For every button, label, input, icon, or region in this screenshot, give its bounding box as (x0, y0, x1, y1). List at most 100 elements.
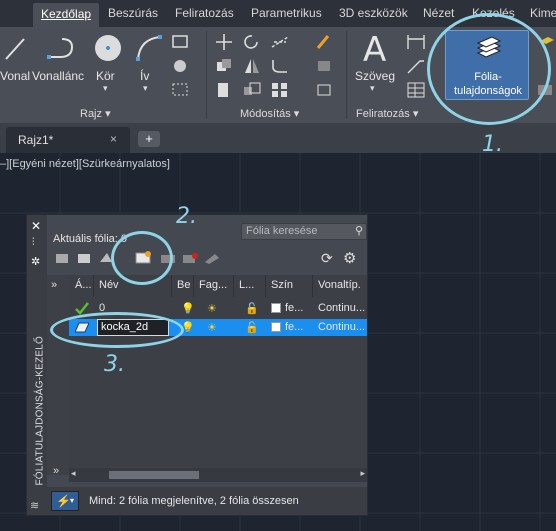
annotation-number-1: 1. (482, 132, 503, 157)
trim-icon[interactable] (270, 33, 290, 51)
erase-icon[interactable] (314, 33, 334, 51)
move-icon[interactable] (214, 33, 234, 51)
panel-title-modify-text: Módosítás (240, 108, 291, 120)
viewport-controls[interactable]: –][Egyéni nézet][Szürkeárnyalatos] (0, 158, 170, 170)
line-icon[interactable] (4, 35, 28, 63)
color-swatch[interactable] (271, 303, 281, 313)
palette-close-icon[interactable]: ✕ (31, 219, 41, 233)
offset-icon[interactable] (314, 81, 334, 99)
layer-filter-button[interactable]: ⚡ ▾ (51, 491, 79, 511)
explode-icon[interactable] (314, 57, 334, 75)
annotation-ring-1 (427, 13, 551, 125)
scroll-right-icon[interactable]: ▸ (360, 468, 365, 479)
palette-settings-icon[interactable]: ✲ (31, 255, 40, 268)
line-tool-label[interactable]: Vonal (0, 69, 30, 83)
palette-side-title: FÓLIATULAJDONSÁG-KEZELŐ (34, 336, 46, 486)
circle-tool-label[interactable]: Kör (96, 69, 115, 83)
close-icon[interactable]: × (110, 132, 117, 146)
layer-color[interactable]: fe... (285, 302, 303, 314)
arc-icon[interactable] (134, 33, 164, 63)
copy-icon[interactable] (214, 57, 234, 75)
leader-icon[interactable] (406, 57, 426, 75)
delete-layer-icon[interactable] (181, 250, 199, 266)
column-header-color[interactable]: Szín (271, 279, 293, 291)
text-tool-label[interactable]: Szöveg (355, 69, 395, 83)
circle-dropdown-icon[interactable]: ▾ (103, 83, 108, 94)
tab-feliratozas[interactable]: Feliratozás (175, 6, 234, 20)
horizontal-scrollbar[interactable]: ◂ ▸ (69, 468, 367, 482)
lightning-icon: ⚡ (56, 494, 71, 508)
search-icon[interactable]: ⚲ (355, 224, 363, 237)
annotation-ring-2 (111, 231, 173, 285)
scale-icon[interactable] (242, 81, 262, 99)
palette-status-bar: ⚡ ▾ Mind: 2 fólia megjelenítve, 2 fólia … (47, 487, 367, 515)
document-tab[interactable]: Rajz1* × (6, 127, 130, 153)
dimension-icon[interactable] (406, 33, 426, 51)
sun-thaw-icon[interactable]: ☀ (207, 302, 217, 315)
tab-kezdolap[interactable]: Kezdőlap (33, 3, 100, 27)
bulb-on-icon[interactable]: 💡 (181, 302, 195, 315)
annotation-number-3: 3. (104, 352, 125, 377)
panel-separator (206, 31, 207, 119)
scroll-thumb[interactable] (109, 471, 199, 479)
arc-dropdown-icon[interactable]: ▾ (143, 83, 148, 94)
expand-filter-icon[interactable]: » (51, 279, 57, 291)
tab-nezet[interactable]: Nézet (423, 6, 454, 20)
column-header-status[interactable]: Á... (75, 279, 92, 291)
panel-title-annotation[interactable]: Feliratozás ▾ (356, 107, 418, 120)
unlock-icon[interactable]: 🔓 (245, 321, 259, 334)
hatch-icon[interactable] (170, 57, 190, 75)
settings-gear-icon[interactable]: ⚙ (343, 249, 356, 267)
annotation-ring-3 (50, 312, 184, 348)
rectangle-icon[interactable] (170, 33, 190, 51)
refresh-icon[interactable]: ⟳ (321, 250, 333, 267)
text-icon[interactable]: A (360, 31, 390, 67)
color-swatch[interactable] (271, 322, 281, 332)
rotate-icon[interactable] (242, 33, 262, 51)
column-header-on[interactable]: Be (177, 279, 190, 291)
tab-parametrikus[interactable]: Parametrikus (251, 6, 322, 20)
tab-kimenet[interactable]: Kime (530, 6, 556, 20)
layer-linetype[interactable]: Continu... (318, 321, 365, 333)
array-icon[interactable] (270, 81, 290, 99)
mirror-icon[interactable] (242, 57, 262, 75)
circle-icon[interactable] (93, 33, 123, 63)
panel-title-annotation-text: Feliratozás (356, 108, 410, 120)
text-dropdown-icon[interactable]: ▾ (370, 83, 375, 94)
tab-beszuras[interactable]: Beszúrás (108, 6, 158, 20)
column-header-freeze[interactable]: Fag... (199, 279, 227, 291)
panel-title-draw[interactable]: Rajz ▾ (80, 107, 111, 120)
filter-dropdown-icon: ▾ (70, 496, 75, 505)
scroll-left-icon[interactable]: ◂ (71, 468, 76, 479)
set-current-icon[interactable] (203, 250, 221, 266)
arc-tool-label[interactable]: Ív (140, 69, 149, 83)
layer-linetype[interactable]: Continu... (318, 302, 365, 314)
panel-title-modify[interactable]: Módosítás ▾ (240, 107, 299, 120)
palette-autohide-icon[interactable]: ⫶ (32, 237, 35, 248)
expand-filter-bottom-icon[interactable]: » (53, 465, 59, 477)
unlock-icon[interactable]: 🔓 (245, 302, 259, 315)
layer-search-input[interactable]: Fólia keresése ⚲ (241, 223, 367, 240)
boundary-icon[interactable] (170, 81, 190, 99)
search-placeholder: Fólia keresése (246, 225, 318, 237)
filter-tree-pane[interactable]: » (47, 275, 69, 475)
layer-properties-palette: ✕ ⫶ ✲ FÓLIATULAJDONSÁG-KEZELŐ ≋ Aktuális… (26, 214, 368, 516)
layer-color[interactable]: fe... (285, 321, 303, 333)
polyline-icon[interactable] (46, 35, 76, 63)
column-header-lock[interactable]: L... (239, 279, 254, 291)
fillet-icon[interactable] (270, 57, 290, 75)
column-header-linetype[interactable]: Vonaltíp. (318, 279, 361, 291)
polyline-tool-label[interactable]: Vonallánc (32, 69, 84, 83)
new-filter-icon[interactable] (53, 250, 71, 266)
table-icon[interactable] (406, 81, 426, 99)
column-separator (233, 275, 234, 297)
column-header-name[interactable]: Név (99, 279, 119, 291)
filter-group-icon[interactable] (75, 250, 93, 266)
column-separator (265, 275, 266, 297)
tab-3d-eszkozok[interactable]: 3D eszközök (339, 6, 408, 20)
new-tab-button[interactable]: + (138, 131, 160, 147)
column-separator (312, 275, 313, 297)
sun-thaw-icon[interactable]: ☀ (207, 321, 217, 334)
stretch-icon[interactable] (214, 81, 234, 99)
panel-title-draw-text: Rajz (80, 108, 103, 120)
